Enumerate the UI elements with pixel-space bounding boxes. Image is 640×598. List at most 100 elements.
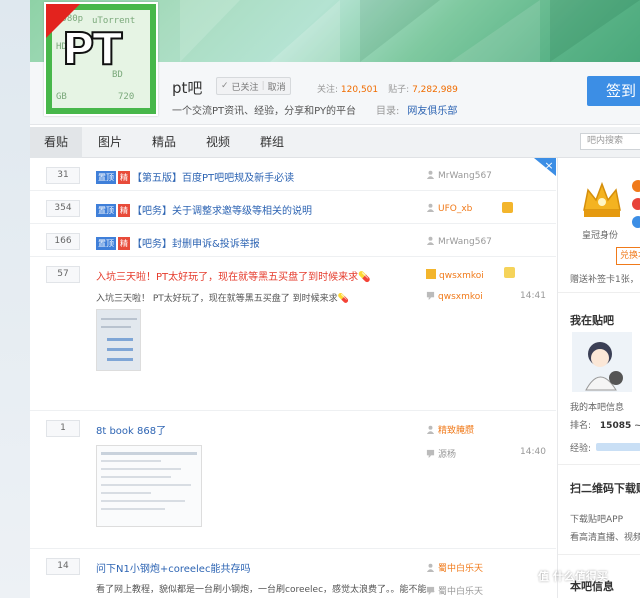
user-icon <box>426 203 435 212</box>
last-author-name[interactable]: 源杨 <box>438 450 456 460</box>
last-reply-time: 14:40 <box>520 447 546 457</box>
tab-featured[interactable]: 精品 <box>142 127 186 158</box>
crown-icon <box>583 181 621 217</box>
forum-stats: 关注: 120,501 贴子: 7,282,989 <box>317 82 458 95</box>
thread-title-text[interactable]: 【吧务】关于调整求邀等级等相关的说明 <box>132 206 312 217</box>
thread-author[interactable]: 精致腌臜 <box>426 423 474 436</box>
thread-title-text[interactable]: 入坑三天啦！PT太好玩了，现在就等黑五买盘了到时候来求 <box>96 272 358 283</box>
follow-label: 关注: <box>317 85 339 95</box>
check-icon: ✓ <box>221 81 229 91</box>
thread-author[interactable]: 蜀中白乐天 <box>426 561 483 574</box>
privilege-icon <box>632 198 640 210</box>
last-author-name[interactable]: 蜀中白乐天 <box>438 587 483 597</box>
reply-count: 1 <box>46 420 80 437</box>
thread-image-thumbnail[interactable] <box>96 445 202 527</box>
tab-bar: 看贴 图片 精品 视频 群组 <box>30 127 640 158</box>
thread-author[interactable]: MrWang567 <box>426 236 492 247</box>
level-badge-icon <box>504 267 515 278</box>
thread-author[interactable]: MrWang567 <box>426 170 492 181</box>
thread-title-text[interactable]: 8t book 868了 <box>96 426 166 437</box>
rank-value: 15085 <box>599 421 632 431</box>
avatar[interactable] <box>572 332 632 392</box>
thread-row[interactable]: 14 问下N1小钢炮+coreelec能共存吗 蜀中白乐天 看了网上教程，貌似都… <box>30 549 556 598</box>
comment-icon <box>426 449 435 458</box>
user-icon <box>426 563 435 572</box>
author-name[interactable]: 精致腌臜 <box>438 426 474 436</box>
privilege-icon <box>632 216 640 228</box>
user-icon <box>426 236 435 245</box>
pill-emoji-icon: 💊 <box>358 272 371 283</box>
thread-title-text[interactable]: 问下N1小钢炮+coreelec能共存吗 <box>96 564 250 575</box>
follow-count: 120,501 <box>340 85 379 95</box>
top-badge: 置顶 <box>96 204 116 217</box>
my-info-link[interactable]: 我的本吧信息 <box>570 400 624 413</box>
reply-count: 166 <box>46 233 80 250</box>
author-name[interactable]: UFO_xb <box>438 204 472 214</box>
author-name[interactable]: 蜀中白乐天 <box>438 564 483 574</box>
top-badge: 置顶 <box>96 171 116 184</box>
thread-title-text[interactable]: 【吧务】封删申诉&投诉举报 <box>132 239 260 250</box>
reply-count: 14 <box>46 558 80 575</box>
forum-slogan: 一个交流PT资讯、经验，分享和PY的平台 <box>172 106 357 117</box>
thread-author[interactable]: qwsxmkoi <box>426 269 484 281</box>
last-author-name[interactable]: qwsxmkoi <box>438 292 483 302</box>
catalog-link[interactable]: 网友俱乐部 <box>407 106 457 117</box>
forum-page: 1080p uTorrent HD BD GB 720 PT pt吧 ✓ 已关注… <box>30 0 640 598</box>
thread-title[interactable]: 置顶精【吧务】封删申诉&投诉举报 <box>96 235 260 250</box>
thread-title[interactable]: 置顶精【第五版】百度PT吧吧规及新手必读 <box>96 169 294 184</box>
follow-button[interactable]: ✓ 已关注 | 取消 <box>216 77 291 95</box>
top-badge: 置顶 <box>96 237 116 250</box>
rank-label: 排名: <box>570 421 592 431</box>
thread-row[interactable]: 57 入坑三天啦！PT太好玩了，现在就等黑五买盘了到时候来求💊 qwsxmkoi… <box>30 257 556 411</box>
pill-emoji-icon: 💊 <box>337 294 349 304</box>
featured-badge: 精 <box>118 171 130 184</box>
tab-posts[interactable]: 看贴 <box>30 127 82 158</box>
user-icon <box>426 170 435 179</box>
last-reply-author[interactable]: 源杨 <box>426 447 456 460</box>
thread-title[interactable]: 入坑三天啦！PT太好玩了，现在就等黑五买盘了到时候来求💊 <box>96 268 371 283</box>
download-link[interactable]: 下载贴吧APP <box>570 512 623 525</box>
thread-row[interactable]: 354 置顶精【吧务】关于调整求邀等级等相关的说明 UFO_xb <box>30 191 556 224</box>
forum-search-input[interactable]: 吧内搜索 <box>580 133 640 150</box>
thread-title[interactable]: 问下N1小钢炮+coreelec能共存吗 <box>96 560 250 575</box>
logo-text: PT <box>61 23 123 76</box>
thread-row[interactable]: 166 置顶精【吧务】封删申诉&投诉举报 MrWang567 <box>30 224 556 257</box>
last-reply-author[interactable]: qwsxmkoi <box>426 291 483 302</box>
reply-count: 31 <box>46 167 80 184</box>
thread-author[interactable]: UFO_xb <box>426 203 472 214</box>
forum-title: pt吧 <box>172 79 203 97</box>
reply-count: 57 <box>46 266 80 283</box>
site-watermark: 值 什么值得买 <box>538 570 608 583</box>
qr-heading: 扫二维码下载贴 <box>570 482 640 495</box>
rank-row: 排名: 15085 ~ <box>570 421 640 431</box>
thread-title-text[interactable]: 【第五版】百度PT吧吧规及新手必读 <box>132 173 294 184</box>
crown-user-icon <box>426 269 436 279</box>
featured-badge: 精 <box>118 204 130 217</box>
sidebar: 皇冠身份 兑换本 赠送补签卡1张， 我在贴吧 我的本吧信息 排名: 15085 … <box>557 158 640 598</box>
tab-images[interactable]: 图片 <box>88 127 132 158</box>
my-forum-heading: 我在贴吧 <box>570 314 614 327</box>
level-badge-icon <box>502 202 513 213</box>
user-icon <box>426 425 435 434</box>
thread-row[interactable]: 1 8t book 868了 精致腌臜 源杨 14:40 <box>30 411 556 549</box>
experience-progress-bar <box>596 443 640 451</box>
author-name[interactable]: qwsxmkoi <box>439 271 484 281</box>
forum-logo[interactable]: 1080p uTorrent HD BD GB 720 PT <box>44 2 158 116</box>
unfollow-link[interactable]: 取消 <box>268 80 286 93</box>
exchange-button[interactable]: 兑换本 <box>616 247 640 265</box>
page-margin <box>0 0 30 598</box>
thread-title[interactable]: 置顶精【吧务】关于调整求邀等级等相关的说明 <box>96 202 312 217</box>
author-name[interactable]: MrWang567 <box>438 171 492 181</box>
gift-text: 赠送补签卡1张， <box>570 275 639 285</box>
thread-image-thumbnail[interactable] <box>96 309 141 371</box>
posts-count: 7,282,989 <box>412 85 458 95</box>
sign-in-button[interactable]: 签到 <box>587 76 640 106</box>
forum-catalog: 目录: 网友俱乐部 <box>376 102 457 117</box>
thread-row[interactable]: 31 置顶精【第五版】百度PT吧吧规及新手必读 MrWang567 <box>30 158 556 191</box>
tab-groups[interactable]: 群组 <box>250 127 294 158</box>
thread-title[interactable]: 8t book 868了 <box>96 422 166 437</box>
author-name[interactable]: MrWang567 <box>438 237 492 247</box>
reply-count: 354 <box>46 200 80 217</box>
tab-videos[interactable]: 视频 <box>196 127 240 158</box>
last-reply-author[interactable]: 蜀中白乐天 <box>426 584 483 597</box>
